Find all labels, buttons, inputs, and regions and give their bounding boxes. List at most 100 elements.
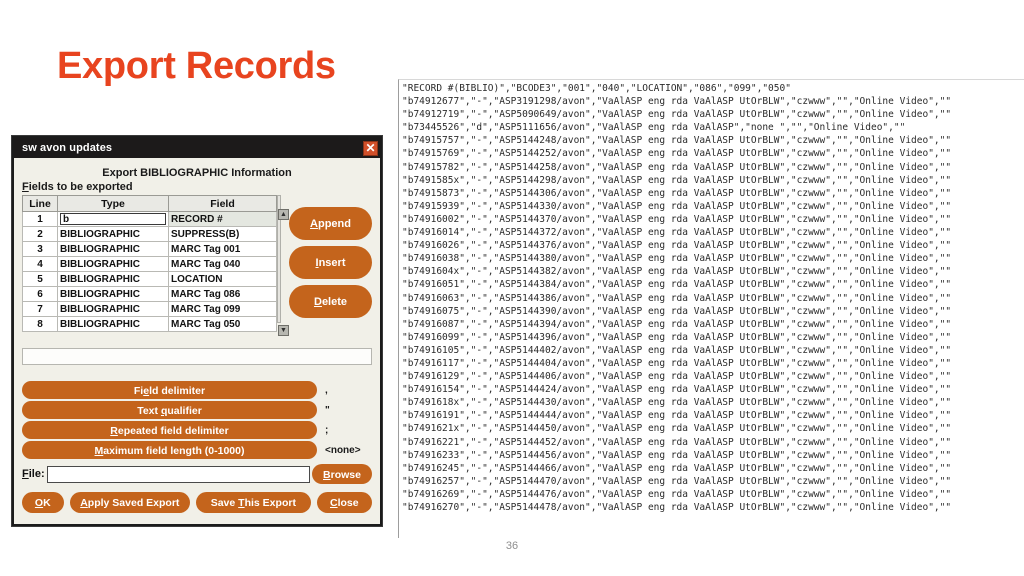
grid-action-buttons: Append Insert Delete <box>289 195 372 318</box>
export-options: Field delimiter , Text qualifier " Repea… <box>22 381 372 459</box>
data-line: "b74916221","-","ASP5144452/avon","VaAlA… <box>402 436 952 448</box>
data-line: "b74916099","-","ASP5144396/avon","VaAlA… <box>402 331 952 343</box>
file-row: File: Browse <box>22 464 372 484</box>
slide-number: 36 <box>505 540 519 552</box>
cell-field[interactable]: SUPPRESS(B) <box>168 226 277 242</box>
cell-line: 7 <box>22 301 58 317</box>
data-line: "b74916002","-","ASP5144370/avon","VaAlA… <box>402 213 952 225</box>
cell-type[interactable]: BIBLIOGRAPHIC <box>57 256 169 272</box>
data-line: "b74916154","-","ASP5144424/avon","VaAlA… <box>402 384 952 396</box>
file-label: File: <box>22 468 45 480</box>
field-delimiter-value: , <box>325 384 328 396</box>
data-line: "b74915769","-","ASP5144252/avon","VaAlA… <box>402 148 952 160</box>
data-line: "b74916270","-","ASP5144478/avon","VaAlA… <box>402 502 952 513</box>
file-input[interactable] <box>46 465 310 483</box>
grid-vertical-scrollbar[interactable]: ▲ ▼ <box>277 195 289 336</box>
data-line: "b74916051","-","ASP5144384/avon","VaAlA… <box>402 279 952 291</box>
cell-type[interactable]: BIBLIOGRAPHIC <box>57 316 169 332</box>
dialog-title-text: sw avon updates <box>22 142 113 154</box>
data-line: "b7491618x","-","ASP5144430/avon","VaAlA… <box>402 397 952 409</box>
cell-field[interactable]: MARC Tag 001 <box>168 241 277 257</box>
dialog-titlebar: sw avon updates ✕ <box>14 138 380 158</box>
scroll-up-arrow-icon[interactable]: ▲ <box>278 209 289 220</box>
field-delimiter-button[interactable]: Field delimiter <box>22 381 317 399</box>
column-header-type: Type <box>57 195 169 212</box>
fields-subheading: Fields to be exported <box>22 181 133 193</box>
scroll-down-arrow-icon[interactable]: ▼ <box>278 325 289 336</box>
dialog-body: Export BIBLIOGRAPHIC Information Fields … <box>14 158 380 524</box>
data-line: "b74916129","-","ASP5144406/avon","VaAlA… <box>402 371 952 383</box>
cell-type[interactable]: BIBLIOGRAPHIC <box>57 226 169 242</box>
data-line: "b74916233","-","ASP5144456/avon","VaAlA… <box>402 449 952 461</box>
table-row[interactable]: 8 BIBLIOGRAPHIC MARC Tag 050 <box>22 316 277 332</box>
table-row[interactable]: 3 BIBLIOGRAPHIC MARC Tag 001 <box>22 241 277 257</box>
field-detail-input[interactable] <box>22 348 372 365</box>
cell-type[interactable]: BIBLIOGRAPHIC <box>57 286 169 302</box>
insert-button[interactable]: Insert <box>289 246 372 279</box>
data-line: "b74916245","-","ASP5144466/avon","VaAlA… <box>402 462 952 474</box>
option-row-field-delimiter: Field delimiter , <box>22 381 372 399</box>
delete-button[interactable]: Delete <box>289 285 372 318</box>
data-line: "b74916269","-","ASP5144476/avon","VaAlA… <box>402 488 952 500</box>
column-header-field: Field <box>168 195 277 212</box>
export-dialog-window: sw avon updates ✕ Export BIBLIOGRAPHIC I… <box>12 136 382 526</box>
ok-button[interactable]: OK <box>22 492 64 513</box>
fields-table: Line Type Field 1 b RECORD # 2 BIBLIOGRA… <box>22 195 277 332</box>
browse-button[interactable]: Browse <box>312 464 372 484</box>
cell-type[interactable]: BIBLIOGRAPHIC <box>57 241 169 257</box>
table-row[interactable]: 4 BIBLIOGRAPHIC MARC Tag 040 <box>22 256 277 272</box>
cell-type-editor[interactable]: b <box>57 211 169 227</box>
save-this-export-button[interactable]: Save This Export <box>196 492 311 513</box>
data-line: "b74916105","-","ASP5144402/avon","VaAlA… <box>402 344 952 356</box>
data-line: "b74916191","-","ASP5144444/avon","VaAlA… <box>402 410 952 422</box>
close-icon[interactable]: ✕ <box>363 140 378 156</box>
data-line: "b7491604x","-","ASP5144382/avon","VaAlA… <box>402 266 952 278</box>
cell-field[interactable]: MARC Tag 040 <box>168 256 277 272</box>
data-line: "b74912719","-","ASP5090649/avon","VaAlA… <box>402 109 952 121</box>
table-row[interactable]: 6 BIBLIOGRAPHIC MARC Tag 086 <box>22 286 277 302</box>
cell-type[interactable]: BIBLIOGRAPHIC <box>57 271 169 287</box>
text-qualifier-button[interactable]: Text qualifier <box>22 401 317 419</box>
cell-line: 8 <box>22 316 58 332</box>
data-line: "b74916117","-","ASP5144404/avon","VaAlA… <box>402 357 952 369</box>
data-line: "b7491621x","-","ASP5144450/avon","VaAlA… <box>402 423 952 435</box>
cell-line: 3 <box>22 241 58 257</box>
page-title: Export Records <box>57 45 336 87</box>
type-input[interactable]: b <box>60 213 166 225</box>
close-button[interactable]: Close <box>316 492 372 513</box>
table-row[interactable]: 7 BIBLIOGRAPHIC MARC Tag 099 <box>22 301 277 317</box>
data-line: "b74916038","-","ASP5144380/avon","VaAlA… <box>402 253 952 265</box>
maximum-field-length-button[interactable]: Maximum field length (0-1000) <box>22 441 317 459</box>
option-row-repeated-field-delimiter: Repeated field delimiter ; <box>22 421 372 439</box>
data-line: "b74915939","-","ASP5144330/avon","VaAlA… <box>402 200 952 212</box>
data-line: "b74916026","-","ASP5144376/avon","VaAlA… <box>402 240 952 252</box>
cell-field[interactable]: MARC Tag 099 <box>168 301 277 317</box>
table-row[interactable]: 1 b RECORD # <box>22 211 277 227</box>
data-line: "b7491585x","-","ASP5144298/avon","VaAlA… <box>402 174 952 186</box>
text-qualifier-value: " <box>325 404 330 416</box>
cell-line: 4 <box>22 256 58 272</box>
data-line: "b74912677","-","ASP3191298/avon","VaAlA… <box>402 96 952 108</box>
data-line: "b74916075","-","ASP5144390/avon","VaAlA… <box>402 305 952 317</box>
data-line: "b74915873","-","ASP5144306/avon","VaAlA… <box>402 187 952 199</box>
exported-data-panel[interactable]: "RECORD #(BIBLIO)","BCODE3","001","040",… <box>398 79 1024 538</box>
table-row[interactable]: 2 BIBLIOGRAPHIC SUPPRESS(B) <box>22 226 277 242</box>
apply-saved-export-button[interactable]: Apply Saved Export <box>69 492 191 513</box>
data-line: "b74916087","-","ASP5144394/avon","VaAlA… <box>402 318 952 330</box>
table-row[interactable]: 5 BIBLIOGRAPHIC LOCATION <box>22 271 277 287</box>
maximum-field-length-value: <none> <box>325 444 361 456</box>
option-row-text-qualifier: Text qualifier " <box>22 401 372 419</box>
cell-type[interactable]: BIBLIOGRAPHIC <box>57 301 169 317</box>
cell-line: 5 <box>22 271 58 287</box>
append-button[interactable]: Append <box>289 207 372 240</box>
option-row-maximum-field-length: Maximum field length (0-1000) <none> <box>22 441 372 459</box>
cell-field[interactable]: LOCATION <box>168 271 277 287</box>
data-line: "b74916257","-","ASP5144470/avon","VaAlA… <box>402 475 952 487</box>
repeated-field-delimiter-button[interactable]: Repeated field delimiter <box>22 421 317 439</box>
dialog-bottom-buttons: OK Apply Saved Export Save This Export C… <box>22 492 372 513</box>
cell-field[interactable]: MARC Tag 050 <box>168 316 277 332</box>
cell-line: 6 <box>22 286 58 302</box>
table-header-row: Line Type Field <box>22 195 277 212</box>
cell-field[interactable]: RECORD # <box>168 211 277 227</box>
cell-field[interactable]: MARC Tag 086 <box>168 286 277 302</box>
